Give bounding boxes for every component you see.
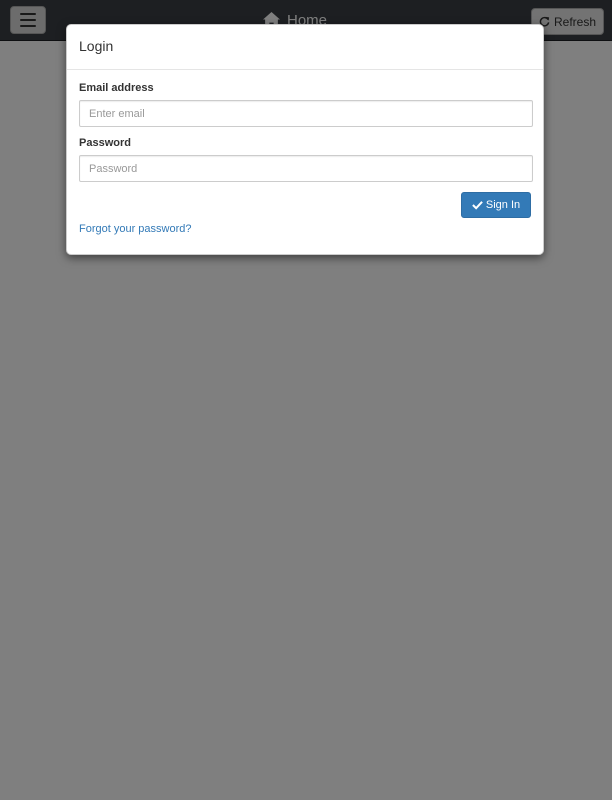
modal-body: Email address Password Sign In Forgot yo…: [67, 70, 543, 237]
modal-title: Login: [79, 38, 114, 54]
sign-in-button[interactable]: Sign In: [461, 192, 531, 218]
email-group: Email address: [79, 82, 533, 127]
email-label: Email address: [79, 82, 154, 94]
login-modal: Login Email address Password Sign In For…: [66, 24, 544, 255]
modal-header: Login: [67, 25, 543, 70]
password-group: Password: [79, 137, 533, 182]
email-field[interactable]: [79, 100, 533, 127]
checkmark-icon: [472, 201, 483, 210]
password-field[interactable]: [79, 155, 533, 182]
password-label: Password: [79, 137, 131, 149]
sign-in-label: Sign In: [485, 199, 521, 211]
forgot-password-link[interactable]: Forgot your password?: [79, 223, 192, 235]
form-actions: Sign In: [79, 192, 531, 219]
